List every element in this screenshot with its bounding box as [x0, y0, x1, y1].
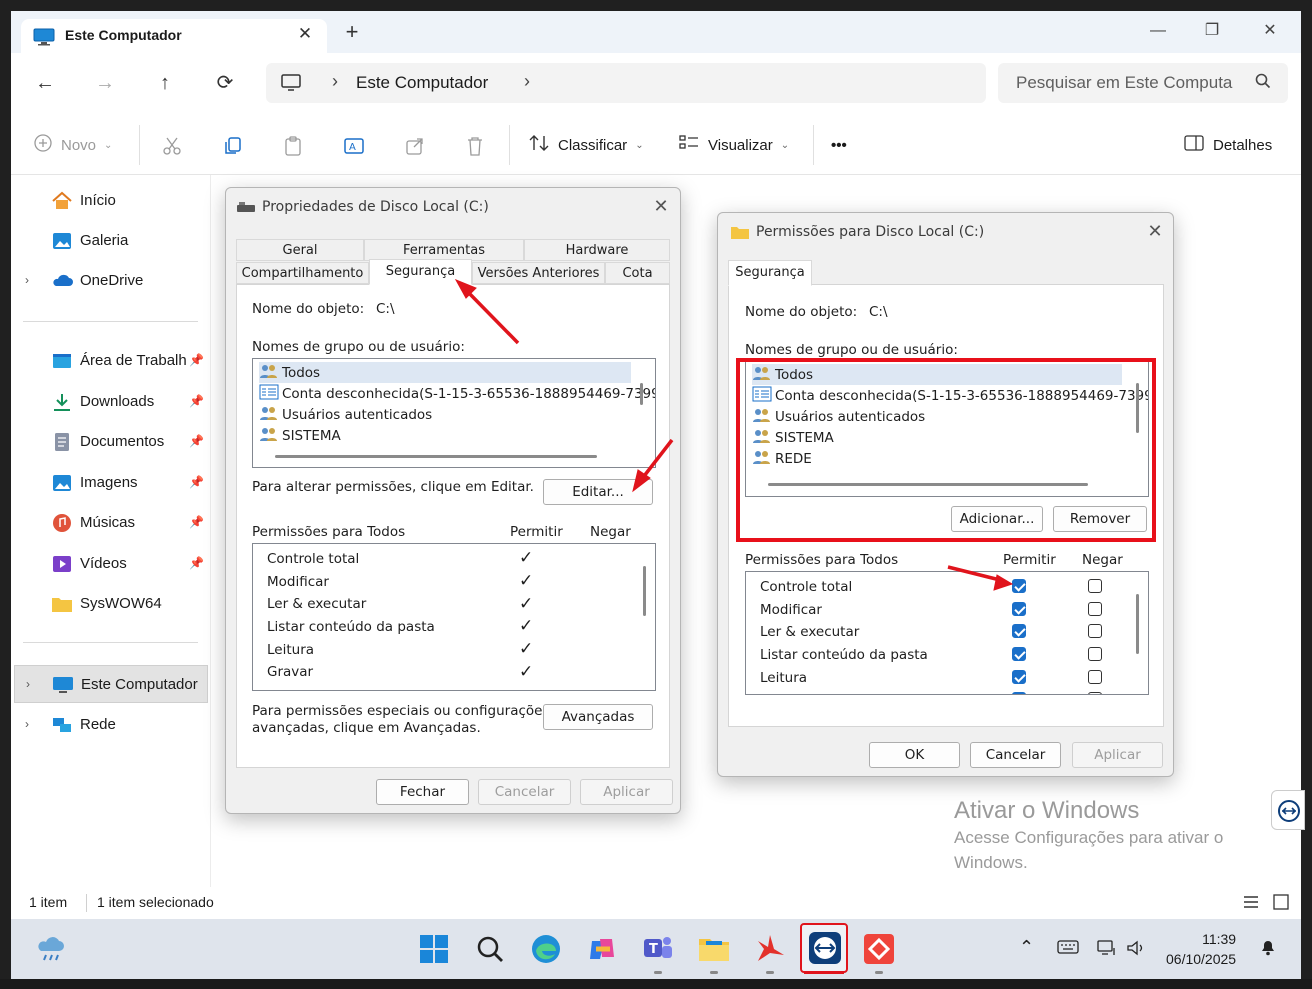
running-indicator	[766, 971, 774, 974]
keyboard-icon[interactable]	[1057, 939, 1079, 959]
start-icon[interactable]	[416, 931, 452, 967]
active-indicator	[804, 971, 844, 974]
annotation-arrows	[454, 279, 1014, 591]
arrow-icon	[454, 279, 520, 345]
running-indicator	[875, 971, 883, 974]
running-indicator	[710, 971, 718, 974]
chevron-up-icon[interactable]: ⌃	[1019, 937, 1034, 958]
volume-icon[interactable]	[1125, 939, 1147, 961]
notification-bell-icon[interactable]	[1258, 937, 1278, 961]
search-icon[interactable]	[472, 931, 508, 967]
screen-bottom-edge	[0, 979, 1312, 989]
clock-date: 06/10/2025	[1166, 951, 1237, 967]
teamviewer-icon	[808, 931, 842, 968]
anydesk-icon[interactable]	[861, 931, 897, 967]
network-icon[interactable]	[1096, 939, 1118, 961]
clock-time: 11:39	[1202, 931, 1237, 947]
weather-icon[interactable]	[33, 931, 69, 967]
arrow-icon	[947, 565, 1014, 591]
teamviewer-taskbar-button[interactable]	[800, 923, 848, 973]
running-indicator	[654, 971, 662, 974]
file-explorer-icon[interactable]	[696, 931, 732, 967]
edge-icon[interactable]	[528, 931, 564, 967]
svg-text:T: T	[649, 942, 658, 957]
clock[interactable]: 11:39 06/10/2025	[1166, 929, 1236, 969]
teams-icon[interactable]: T	[640, 931, 676, 967]
taskbar: T ⌃ 11:39 06/10/2025	[11, 919, 1301, 979]
arrow-icon	[632, 438, 674, 493]
acrobat-icon[interactable]	[752, 931, 788, 967]
copilot-icon[interactable]	[584, 931, 620, 967]
